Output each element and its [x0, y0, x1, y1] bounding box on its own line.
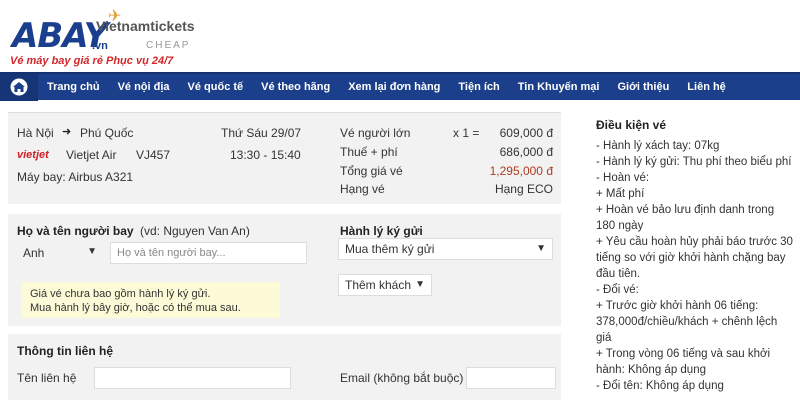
passenger-name-placeholder: Họ và tên người bay... [117, 247, 226, 259]
condition-line: - Đổi vé: [596, 284, 639, 296]
baggage-select[interactable]: Mua thêm ký gửi ▼ [338, 238, 553, 260]
condition-line: giá [596, 332, 612, 344]
site-tagline: Vé máy bay giá rẻ Phục vụ 24/7 [10, 55, 174, 67]
airline-name: Vietjet Air [66, 148, 117, 162]
condition-line: hành: Không áp dụng [596, 364, 706, 376]
contact-name-input[interactable] [94, 367, 291, 389]
logo-subtitle: Vietnamtickets [96, 18, 195, 34]
condition-line: đầu tiên. [596, 268, 641, 280]
condition-line: + Trong vòng 06 tiếng và sau khởi [596, 348, 771, 360]
baggage-label: Hành lý ký gửi [340, 224, 423, 238]
title-select[interactable]: Anh ▼ [17, 242, 103, 264]
nav-item-contact[interactable]: Liên hệ [678, 81, 735, 93]
baggage-select-value: Mua thêm ký gửi [345, 242, 435, 256]
nav-item-by-airline[interactable]: Vé theo hãng [252, 81, 339, 93]
total-price: 1,295,000 đ [489, 164, 553, 178]
adult-fare-price: 609,000 đ [499, 126, 553, 140]
condition-line: + Yêu cầu hoàn hủy phải báo trước 30 [596, 236, 793, 248]
flight-time: 13:30 - 15:40 [230, 148, 301, 162]
fare-class-value: Hạng ECO [494, 182, 553, 196]
condition-line: 378,000đ/chiều/khách + chênh lệch [596, 316, 778, 328]
conditions-title: Điều kiện vé [596, 118, 667, 132]
aircraft-type: Máy bay: Airbus A321 [17, 170, 134, 184]
destination-city: Phú Quốc [80, 126, 134, 140]
nav-item-about[interactable]: Giới thiệu [608, 81, 678, 93]
chevron-down-icon: ▼ [536, 243, 546, 254]
nav-item-home[interactable]: Trang chủ [38, 81, 109, 93]
fare-class-label: Hạng vé [340, 182, 385, 196]
email-input[interactable] [466, 367, 556, 389]
email-label: Email (không bắt buộc) [340, 371, 464, 385]
contact-card: Thông tin liên hệ Tên liên hệ Email (khô… [8, 334, 561, 400]
flight-number: VJ457 [136, 148, 171, 162]
vietjet-logo-icon: vietjet [17, 149, 49, 161]
tax-label: Thuế + phí [340, 145, 398, 159]
nav-item-domestic[interactable]: Vé nội địa [109, 81, 179, 93]
chevron-down-icon: ▼ [87, 246, 97, 257]
arrow-right-icon: ➜ [62, 126, 72, 138]
contact-title: Thông tin liên hệ [17, 344, 113, 358]
passenger-name-label: Họ và tên người bay [17, 224, 134, 238]
home-icon [10, 78, 28, 96]
origin-city: Hà Nội [17, 126, 54, 140]
home-button[interactable] [0, 73, 38, 101]
flight-summary-card: Hà Nội ➜ Phú Quốc Thứ Sáu 29/07 vietjet … [8, 112, 561, 204]
total-label: Tổng giá vé [340, 164, 403, 178]
adult-qty: x 1 = [453, 126, 480, 140]
baggage-note-line2: Mua hành lý bây giờ, hoặc có thể mua sau… [30, 302, 241, 314]
nav-item-promotions[interactable]: Tin Khuyến mại [509, 81, 609, 93]
condition-line: + Trước giờ khởi hành 06 tiếng: [596, 300, 759, 312]
add-passenger-select[interactable]: Thêm khách ▼ [338, 274, 432, 296]
adult-fare-label: Vé người lớn [340, 126, 411, 140]
condition-line: - Đổi tên: Không áp dụng [596, 380, 724, 392]
condition-line: - Hoàn vé: [596, 172, 650, 184]
chevron-down-icon: ▼ [415, 279, 425, 290]
condition-line: tiếng so với giờ khởi hành chặng bay [596, 252, 786, 264]
booking-page: ✈ ABAY Vietnamtickets .vn CHEAP Vé máy b… [0, 0, 800, 400]
condition-line: + Mất phí [596, 188, 645, 200]
site-logo[interactable]: ✈ ABAY Vietnamtickets .vn CHEAP [8, 6, 208, 56]
condition-line: 180 ngày [596, 220, 644, 232]
nav-item-international[interactable]: Vé quốc tế [179, 81, 253, 93]
title-select-value: Anh [23, 246, 45, 260]
condition-line: + Hoàn vé bảo lưu định danh trong [596, 204, 775, 216]
nav-item-utilities[interactable]: Tiện ích [449, 81, 508, 93]
nav-item-review-order[interactable]: Xem lại đơn hàng [339, 81, 449, 93]
flight-date: Thứ Sáu 29/07 [221, 126, 302, 140]
site-header: ✈ ABAY Vietnamtickets .vn CHEAP Vé máy b… [0, 0, 800, 72]
condition-line: - Hành lý ký gửi: Thu phí theo biểu phí [596, 156, 792, 168]
ticket-conditions: Điều kiện vé - Hành lý xách tay: 07kg - … [582, 108, 793, 400]
logo-domain: .vn [92, 40, 108, 52]
main-nav: Trang chủ Vé nội địa Vé quốc tế Vé theo … [0, 72, 800, 101]
passenger-name-input[interactable]: Họ và tên người bay... [110, 242, 307, 264]
add-passenger-value: Thêm khách [345, 278, 412, 292]
passenger-name-hint: (vd: Nguyen Van An) [140, 224, 250, 238]
baggage-note-line1: Giá vé chưa bao gồm hành lý ký gửi. [30, 288, 211, 300]
condition-line: - Hành lý xách tay: 07kg [596, 140, 720, 152]
baggage-note: Giá vé chưa bao gồm hành lý ký gửi. Mua … [22, 282, 280, 318]
contact-name-label: Tên liên hệ [17, 371, 77, 385]
logo-cheap: CHEAP [146, 40, 191, 51]
passenger-card: Họ và tên người bay (vd: Nguyen Van An) … [8, 214, 561, 326]
tax-price: 686,000 đ [499, 145, 553, 159]
